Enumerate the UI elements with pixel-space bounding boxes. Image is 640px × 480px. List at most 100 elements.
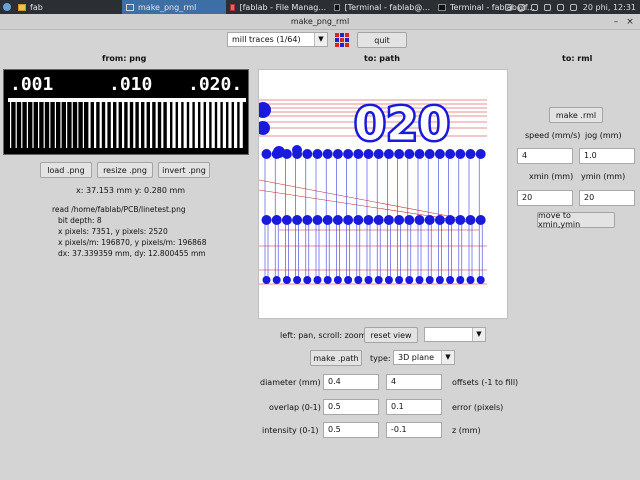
toolpath-blob	[333, 276, 342, 284]
toolpath-blob	[394, 215, 405, 225]
toolpath-blob	[322, 215, 333, 225]
resize-png-button[interactable]: resize .png	[97, 162, 153, 178]
toolpath-blob	[344, 276, 353, 284]
toolpath-blob	[293, 276, 302, 284]
info-dx-dy: dx: 37.339359 mm, dy: 12.800455 mm	[58, 249, 206, 258]
toolpath-blob	[272, 276, 281, 284]
offsets-field[interactable]: 4	[386, 374, 442, 390]
view-select[interactable]: ▼	[424, 327, 486, 342]
invert-png-button[interactable]: invert .png	[158, 162, 210, 178]
type-select[interactable]: 3D plane ▼	[393, 350, 455, 365]
ymin-field[interactable]: 20	[579, 190, 635, 206]
info-read: read /home/fablab/PCB/linetest.png	[52, 205, 186, 214]
type-label: type:	[370, 354, 391, 363]
toolpath-blob	[303, 276, 312, 284]
apps-menu-icon[interactable]	[0, 0, 14, 14]
quit-button[interactable]: quit	[357, 32, 407, 48]
toolpath-blob	[415, 276, 424, 284]
load-png-button[interactable]: load .png	[40, 162, 92, 178]
make-path-button[interactable]: make .path	[310, 350, 362, 366]
taskbar-item-terminal-1[interactable]: [Terminal - fablab@...	[330, 0, 434, 14]
clock[interactable]: 20 phi, 12:31	[583, 3, 636, 12]
folder-icon	[18, 3, 26, 11]
window-titlebar: make_png_rml – ×	[0, 14, 640, 30]
fab-logo-icon	[335, 33, 349, 47]
process-select[interactable]: mill traces (1/64) ▼	[227, 32, 328, 47]
intensity-field[interactable]: 0.5	[323, 422, 379, 438]
png-trace-bar	[49, 98, 51, 148]
home-icon	[230, 3, 236, 11]
png-trace-bar	[239, 98, 243, 148]
png-size-text: x: 37.153 mm y: 0.280 mm	[76, 186, 186, 195]
diameter-label: diameter (mm)	[260, 378, 321, 387]
png-preview: .001 .010 .020.	[3, 69, 249, 155]
toolpath-blob	[302, 215, 313, 225]
path-preview-canvas[interactable]: 020 020	[258, 69, 508, 319]
pan-zoom-hint: left: pan, scroll: zoom	[280, 331, 367, 340]
xmin-field[interactable]: 20	[517, 190, 573, 206]
toolpath-blob	[364, 276, 373, 284]
toolpath-blob	[312, 149, 323, 159]
toolpath-blob	[434, 215, 445, 225]
diameter-field[interactable]: 0.4	[323, 374, 379, 390]
png-trace-bar	[82, 98, 84, 148]
toolpath-blob	[281, 215, 292, 225]
toolpath-blob	[455, 149, 466, 159]
toolpath-blob	[259, 121, 270, 135]
png-trace-bar	[88, 98, 91, 148]
png-trace-bar	[38, 98, 40, 148]
toolpath-blob	[384, 276, 393, 284]
z-field[interactable]: -0.1	[386, 422, 442, 438]
toolpath-blob	[476, 276, 485, 284]
bluetooth-icon[interactable]	[517, 3, 525, 11]
volume-icon[interactable]	[569, 3, 577, 11]
reset-view-button[interactable]: reset view	[364, 327, 418, 343]
taskbar-item-make-png-rml[interactable]: make_png_rml	[122, 0, 226, 14]
toolpath-blob	[374, 276, 383, 284]
toolpath-blob	[343, 215, 354, 225]
toolpath-blob	[363, 215, 374, 225]
png-trace-bar	[15, 98, 17, 148]
png-trace-bar	[127, 98, 130, 148]
battery-icon[interactable]	[556, 3, 564, 11]
toolpath-blob	[261, 149, 272, 159]
png-trace-bar	[10, 98, 12, 148]
speed-field[interactable]: 4	[517, 148, 573, 164]
taskbar-item-fab[interactable]: fab	[14, 0, 122, 14]
png-trace-bar	[138, 98, 141, 148]
png-trace-bar	[172, 98, 176, 148]
process-select-value: mill traces (1/64)	[232, 35, 301, 44]
close-button[interactable]: ×	[624, 14, 636, 30]
toolpath-blob	[343, 149, 354, 159]
toolpath-drawing: 020 020	[259, 95, 487, 285]
png-trace-bar	[206, 98, 210, 148]
overlap-field[interactable]: 0.5	[323, 399, 379, 415]
toolpath-blob	[475, 149, 486, 159]
taskbar-item-file-manager[interactable]: [fablab - File Manag...	[226, 0, 330, 14]
system-tray: 20 phi, 12:31	[504, 0, 636, 14]
taskbar: fab make_png_rml [fablab - File Manag...…	[0, 0, 640, 14]
toolpath-blob	[302, 149, 313, 159]
toolpath-blob	[322, 149, 333, 159]
toolpath-blob	[383, 215, 394, 225]
jog-field[interactable]: 1.0	[579, 148, 635, 164]
z-label: z (mm)	[452, 426, 481, 435]
toolpath-blob	[323, 276, 332, 284]
png-trace-bar	[155, 98, 158, 148]
terminal-icon	[438, 3, 446, 11]
intensity-label: intensity (0-1)	[262, 426, 319, 435]
minimize-button[interactable]: –	[610, 14, 622, 30]
png-trace-bar	[32, 98, 34, 148]
make-rml-button[interactable]: make .rml	[549, 107, 603, 123]
speed-label: speed (mm/s)	[525, 131, 581, 140]
wifi-icon[interactable]	[543, 3, 551, 11]
clipboard-icon[interactable]	[504, 3, 512, 11]
toolpath-blob	[373, 215, 384, 225]
toolpath-blob	[465, 215, 476, 225]
move-to-xmin-ymin-button[interactable]: move to xmin,ymin	[537, 211, 615, 229]
toolpath-blob	[271, 215, 282, 225]
toolpath-blob	[445, 215, 456, 225]
error-field[interactable]: 0.1	[386, 399, 442, 415]
network-icon[interactable]	[530, 3, 538, 11]
toolpath-blob	[404, 215, 415, 225]
